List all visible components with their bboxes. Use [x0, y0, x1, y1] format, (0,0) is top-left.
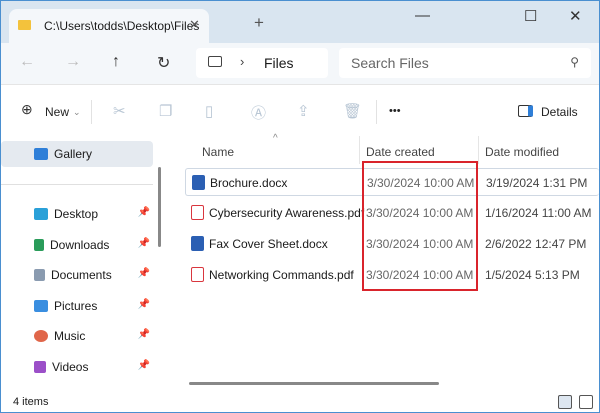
up-button[interactable]: ↑: [112, 53, 120, 71]
sidebar-item-downloads[interactable]: Downloads 📌: [19, 232, 154, 258]
close-tab-button[interactable]: ✕: [189, 17, 200, 33]
sidebar-item-label: Pictures: [54, 299, 98, 313]
column-header-name[interactable]: Name: [202, 145, 234, 159]
address-bar[interactable]: › Files: [196, 48, 328, 78]
file-name: Brochure.docx: [210, 176, 288, 190]
status-bar: 4 items: [1, 392, 599, 413]
title-bar: C:\Users\todds\Desktop\Files ✕ + — ☐ ✕: [1, 1, 599, 43]
pdf-icon: [191, 267, 204, 282]
search-placeholder: Search Files: [351, 55, 429, 71]
new-button[interactable]: New: [45, 105, 69, 119]
sidebar-item-documents[interactable]: Documents 📌: [19, 262, 154, 288]
delete-icon[interactable]: 🗑: [343, 102, 362, 120]
pdf-icon: [191, 205, 204, 220]
chevron-down-icon: ⌄: [73, 107, 81, 117]
divider: [359, 136, 360, 164]
folder-icon: [18, 20, 31, 30]
tiles-view-button[interactable]: [579, 395, 593, 409]
sidebar-item-label: Downloads: [50, 238, 110, 252]
column-header-date-created[interactable]: Date created: [366, 145, 435, 159]
forward-button[interactable]: →: [65, 53, 81, 71]
this-pc-icon: [208, 56, 222, 67]
music-icon: [34, 330, 48, 342]
plus-circle-icon: ⊕: [21, 101, 33, 117]
sidebar-item-label: Gallery: [54, 147, 93, 161]
sidebar-item-label: Desktop: [54, 207, 99, 221]
pin-icon[interactable]: 📌: [138, 238, 150, 249]
pin-icon[interactable]: 📌: [138, 207, 150, 218]
back-button[interactable]: ←: [19, 53, 35, 71]
navigation-bar: ← → ↑ ↻ › Files Search Files ⚲: [1, 43, 599, 85]
explorer-window: C:\Users\todds\Desktop\Files ✕ + — ☐ ✕ ←…: [0, 0, 600, 413]
sidebar-item-music[interactable]: Music 📌: [19, 323, 154, 349]
chevron-right-icon[interactable]: ›: [240, 54, 244, 69]
details-button[interactable]: Details: [541, 105, 578, 119]
share-icon[interactable]: ⇪: [297, 102, 310, 120]
details-view-button[interactable]: [558, 395, 572, 409]
file-name: Networking Commands.pdf: [209, 268, 354, 282]
sidebar-item-desktop[interactable]: Desktop 📌: [19, 201, 154, 227]
cut-icon[interactable]: ✂: [113, 102, 126, 120]
item-count: 4 items: [13, 396, 49, 408]
date-modified: 2/6/2022 12:47 PM: [485, 237, 587, 251]
sidebar-item-label: Documents: [51, 268, 112, 282]
desktop-icon: [34, 208, 48, 220]
sidebar-item-label: Videos: [52, 360, 89, 374]
pin-icon[interactable]: 📌: [138, 299, 150, 310]
date-modified: 1/5/2024 5:13 PM: [485, 268, 580, 282]
date-modified: 1/16/2024 11:00 AM: [485, 206, 592, 220]
file-name: Fax Cover Sheet.docx: [209, 237, 328, 251]
copy-icon[interactable]: ❐: [159, 102, 172, 120]
pictures-icon: [34, 300, 48, 312]
search-icon: ⚲: [570, 55, 579, 69]
tab-title: C:\Users\todds\Desktop\Files: [44, 19, 200, 33]
gallery-icon: [34, 148, 48, 160]
more-options-button[interactable]: •••: [389, 105, 401, 117]
tab-files[interactable]: C:\Users\todds\Desktop\Files ✕: [9, 9, 209, 43]
sidebar-item-pictures[interactable]: Pictures 📌: [19, 293, 154, 319]
sidebar-scrollbar[interactable]: [158, 167, 161, 247]
navigation-pane: Gallery Desktop 📌 Downloads 📌 Documents 📌 P…: [1, 136, 161, 391]
sidebar-item-label: Music: [54, 329, 86, 343]
file-name: Cybersecurity Awareness.pdf: [209, 206, 365, 220]
sort-ascending-icon: ^: [273, 133, 278, 144]
maximize-button[interactable]: ☐: [524, 7, 537, 25]
highlight-box: [362, 161, 478, 291]
details-pane-icon: [518, 105, 533, 117]
divider: [1, 184, 153, 185]
breadcrumb-files[interactable]: Files: [264, 55, 294, 71]
minimize-button[interactable]: —: [415, 7, 430, 24]
refresh-button[interactable]: ↻: [157, 53, 170, 73]
divider: [376, 100, 377, 124]
divider: [91, 100, 92, 124]
horizontal-scrollbar[interactable]: [189, 382, 439, 385]
rename-icon[interactable]: Ⓐ: [251, 102, 266, 123]
new-tab-button[interactable]: +: [254, 13, 264, 33]
sidebar-item-videos[interactable]: Videos 📌: [19, 354, 154, 380]
search-input[interactable]: Search Files ⚲: [339, 48, 591, 78]
word-document-icon: [192, 175, 205, 190]
date-modified: 3/19/2024 1:31 PM: [486, 176, 588, 190]
command-bar: ⊕ New ⌄ ✂ ❐ ▯ Ⓐ ⇪ 🗑 ••• Details: [1, 86, 599, 136]
column-header-date-modified[interactable]: Date modified: [485, 145, 559, 159]
paste-icon[interactable]: ▯: [205, 102, 213, 120]
pin-icon[interactable]: 📌: [138, 329, 150, 340]
word-document-icon: [191, 236, 204, 251]
divider: [478, 136, 479, 164]
close-button[interactable]: ✕: [569, 7, 582, 25]
documents-icon: [34, 269, 45, 281]
pin-icon[interactable]: 📌: [138, 360, 150, 371]
videos-icon: [34, 361, 46, 373]
sidebar-item-gallery[interactable]: Gallery: [1, 141, 153, 167]
pin-icon[interactable]: 📌: [138, 268, 150, 279]
download-icon: [34, 239, 44, 251]
